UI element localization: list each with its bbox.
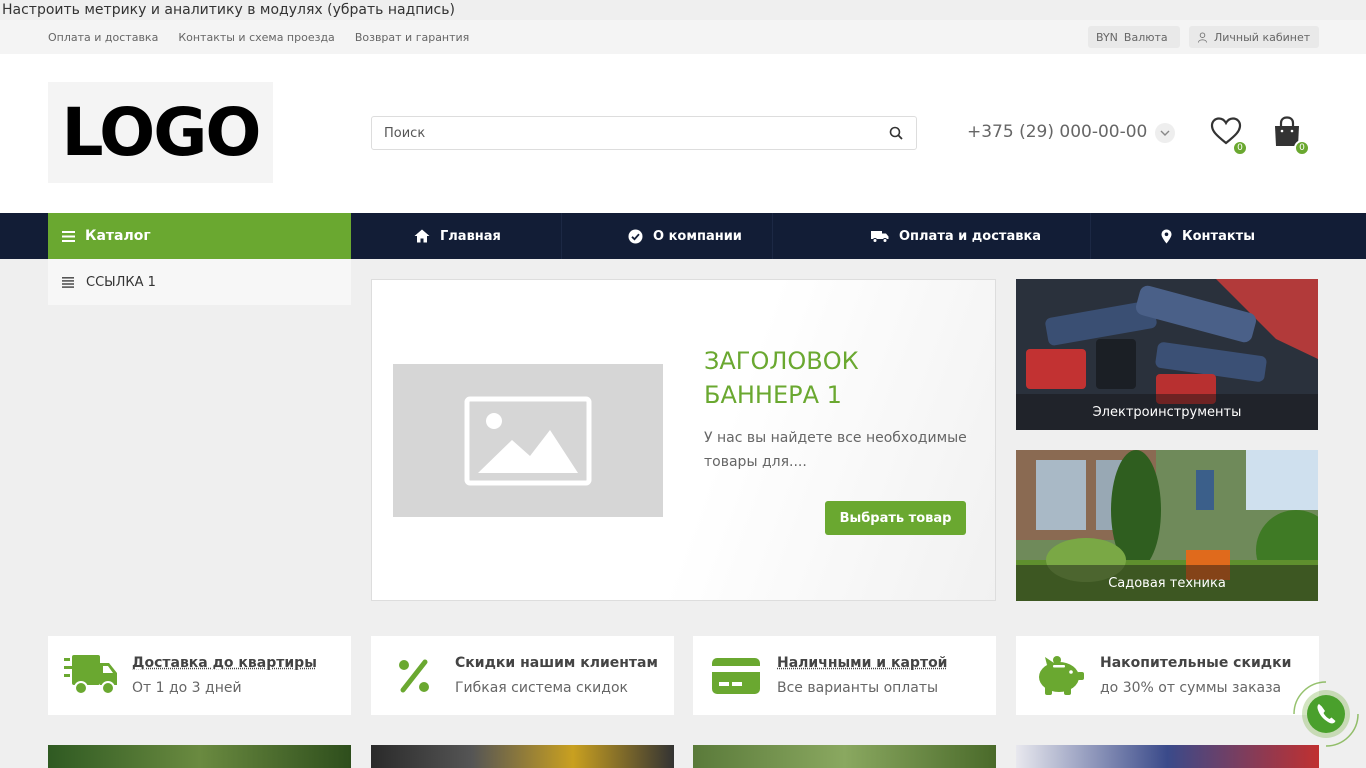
top-link-returns[interactable]: Возврат и гарантия bbox=[355, 31, 470, 44]
header: LOGO +375 (29) 000-00-00 0 0 bbox=[0, 54, 1366, 213]
favorites-button[interactable]: 0 bbox=[1210, 116, 1248, 156]
logo[interactable]: LOGO bbox=[48, 82, 273, 183]
top-links: Оплата и доставка Контакты и схема проез… bbox=[48, 20, 469, 54]
truck-icon bbox=[871, 230, 889, 243]
category-tile-garden[interactable]: Садовая техника bbox=[1016, 450, 1318, 601]
top-link-contacts[interactable]: Контакты и схема проезда bbox=[178, 31, 335, 44]
nav-item-contacts[interactable]: Контакты bbox=[1161, 213, 1255, 259]
hero-banner: ЗАГОЛОВОК БАННЕРА 1 У нас вы найдете все… bbox=[371, 279, 996, 601]
account-button[interactable]: Личный кабинет bbox=[1189, 26, 1319, 48]
cart-button[interactable]: 0 bbox=[1272, 116, 1310, 156]
catalog-label: Каталог bbox=[85, 228, 151, 244]
feature-title: Накопительные скидки bbox=[1100, 655, 1292, 671]
catalog-menu-label: ССЫЛКА 1 bbox=[86, 274, 156, 290]
feature-title[interactable]: Доставка до квартиры bbox=[132, 655, 317, 671]
product-thumb-3[interactable] bbox=[693, 745, 996, 768]
nav-item-home[interactable]: Главная bbox=[414, 213, 501, 259]
feature-title[interactable]: Наличными и картой bbox=[777, 655, 948, 671]
product-thumb-1[interactable] bbox=[48, 745, 351, 768]
list-icon bbox=[62, 276, 74, 288]
nav-label-about: О компании bbox=[653, 228, 742, 244]
nav-item-about[interactable]: О компании bbox=[628, 213, 742, 259]
feature-subtitle: до 30% от суммы заказа bbox=[1100, 680, 1282, 696]
callback-button[interactable] bbox=[1288, 676, 1364, 752]
currency-code: BYN bbox=[1096, 30, 1118, 44]
chevron-down-icon[interactable] bbox=[1155, 123, 1175, 143]
percent-icon bbox=[387, 654, 441, 698]
choose-product-button[interactable]: Выбрать товар bbox=[825, 501, 966, 535]
truck-icon bbox=[64, 654, 118, 698]
feature-delivery: Доставка до квартиры От 1 до 3 дней bbox=[48, 636, 351, 715]
nav-divider bbox=[772, 213, 773, 259]
currency-label: Валюта bbox=[1123, 30, 1168, 44]
feature-savings: Накопительные скидки до 30% от суммы зак… bbox=[1016, 636, 1319, 715]
user-icon bbox=[1197, 31, 1208, 43]
menu-icon bbox=[62, 230, 75, 242]
feature-discounts: Скидки нашим клиентам Гибкая система ски… bbox=[371, 636, 674, 715]
feature-subtitle: От 1 до 3 дней bbox=[132, 680, 242, 696]
search-box bbox=[371, 116, 917, 150]
banner-title: ЗАГОЛОВОК БАННЕРА 1 bbox=[704, 347, 859, 409]
catalog-button[interactable]: Каталог bbox=[48, 213, 351, 259]
currency-selector[interactable]: BYN Валюта bbox=[1088, 26, 1180, 48]
search-icon[interactable] bbox=[876, 117, 916, 149]
phone-number[interactable]: +375 (29) 000-00-00 bbox=[967, 122, 1147, 142]
tile-caption: Электроинструменты bbox=[1016, 394, 1318, 430]
map-pin-icon bbox=[1161, 229, 1172, 243]
top-link-payment[interactable]: Оплата и доставка bbox=[48, 31, 158, 44]
banner-text: У нас вы найдете все необходимые товары … bbox=[704, 430, 967, 470]
tile-caption: Садовая техника bbox=[1016, 565, 1318, 601]
nav-divider bbox=[561, 213, 562, 259]
image-icon bbox=[464, 396, 592, 485]
category-tile-power-tools[interactable]: Электроинструменты bbox=[1016, 279, 1318, 430]
feature-title: Скидки нашим клиентам bbox=[455, 655, 658, 671]
product-thumb-2[interactable] bbox=[371, 745, 674, 768]
nav-label-delivery: Оплата и доставка bbox=[899, 228, 1042, 244]
nav-label-contacts: Контакты bbox=[1182, 228, 1255, 244]
piggy-bank-icon bbox=[1032, 654, 1086, 698]
admin-notice: Настроить метрику и аналитику в модулях … bbox=[0, 0, 1366, 20]
feature-subtitle: Гибкая система скидок bbox=[455, 680, 628, 696]
search-input[interactable] bbox=[372, 117, 876, 149]
top-bar: Оплата и доставка Контакты и схема проез… bbox=[0, 20, 1366, 54]
catalog-menu-item[interactable]: ССЫЛКА 1 bbox=[48, 259, 351, 305]
favorites-count: 0 bbox=[1232, 140, 1248, 156]
phone-icon bbox=[1293, 681, 1359, 747]
account-label: Личный кабинет bbox=[1214, 30, 1311, 44]
nav-label-home: Главная bbox=[440, 228, 501, 244]
nav-item-delivery[interactable]: Оплата и доставка bbox=[871, 213, 1041, 259]
feature-payment: Наличными и картой Все варианты оплаты bbox=[693, 636, 996, 715]
feature-subtitle: Все варианты оплаты bbox=[777, 680, 939, 696]
cart-count: 0 bbox=[1294, 140, 1310, 156]
nav-divider bbox=[1090, 213, 1091, 259]
home-icon bbox=[414, 229, 430, 243]
product-thumb-4[interactable] bbox=[1016, 745, 1319, 768]
card-icon bbox=[709, 654, 763, 698]
banner-image-placeholder bbox=[393, 364, 663, 517]
check-circle-icon bbox=[628, 229, 643, 243]
main-nav: Каталог Главная О компании Оплата и дост… bbox=[0, 213, 1366, 259]
